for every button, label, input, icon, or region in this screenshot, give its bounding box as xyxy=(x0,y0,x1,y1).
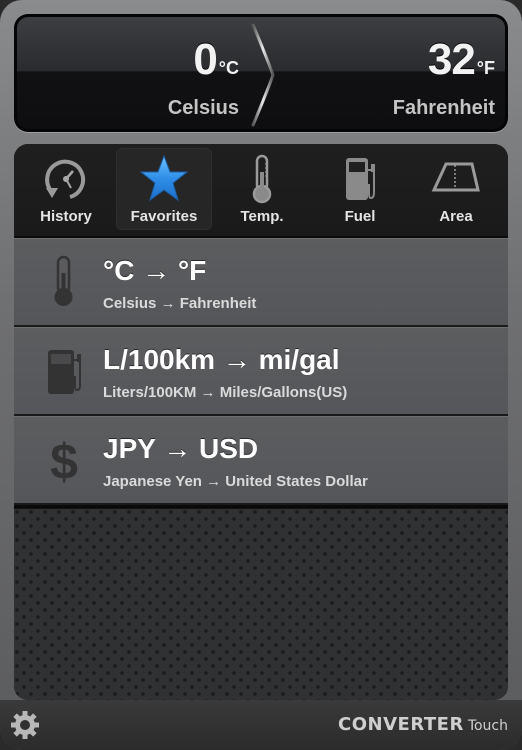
gear-icon[interactable] xyxy=(10,710,40,740)
dollar-icon: $ xyxy=(50,434,78,487)
favorite-title: °C → °F xyxy=(103,255,207,286)
list-item[interactable]: L/100km → mi/gal Liters/100KM → Miles/Ga… xyxy=(14,327,508,416)
tab-favorites-label: Favorites xyxy=(130,208,198,225)
favorite-subtitle: Japanese Yen → United States Dollar xyxy=(103,473,368,490)
tab-favorites[interactable]: Favorites xyxy=(116,148,212,230)
star-icon xyxy=(139,154,189,202)
tab-fuel-label: Fuel xyxy=(344,208,376,225)
tab-fuel[interactable]: Fuel xyxy=(312,148,408,230)
list-item[interactable]: $ JPY → USD Japanese Yen → United States… xyxy=(14,416,508,505)
tab-temp-label: Temp. xyxy=(240,208,284,225)
fuel-pump-icon xyxy=(48,350,81,394)
history-clock-icon xyxy=(45,159,86,199)
tab-bar: History Favorites Temp. Fuel Area xyxy=(14,144,508,238)
favorite-subtitle: Liters/100KM → Miles/Gallons(US) xyxy=(103,384,348,401)
thermometer-icon xyxy=(252,154,272,204)
tab-area[interactable]: Area xyxy=(408,148,504,230)
brand-logo: CONVERTER Touch xyxy=(338,714,508,735)
conversion-display-inner: 0 °C Celsius 32 °F Fahrenheit xyxy=(17,17,505,129)
conversion-display: 0 °C Celsius 32 °F Fahrenheit xyxy=(14,14,508,132)
to-value: 32 xyxy=(427,35,476,84)
tab-history-label: History xyxy=(40,208,92,225)
tab-temp[interactable]: Temp. xyxy=(214,148,310,230)
bottom-bar: CONVERTER Touch xyxy=(0,700,522,750)
brand-main: CONVERTER xyxy=(338,714,464,735)
favorite-title: JPY → USD xyxy=(103,433,259,464)
brand-sub: Touch xyxy=(467,718,508,734)
empty-list-area xyxy=(14,508,508,700)
tab-area-label: Area xyxy=(439,208,473,225)
area-trapezoid-icon xyxy=(431,162,480,192)
favorite-subtitle: Celsius → Fahrenheit xyxy=(103,295,257,312)
to-value-field[interactable]: 32 °F xyxy=(428,35,495,85)
to-unit-symbol: °F xyxy=(476,58,495,78)
svg-text:$: $ xyxy=(50,434,78,487)
favorite-title: L/100km → mi/gal xyxy=(103,344,340,375)
chevron-right-icon xyxy=(251,23,275,127)
from-unit-name[interactable]: Celsius xyxy=(168,97,239,120)
thermometer-icon xyxy=(54,255,73,306)
favorites-list: °C → °F Celsius → Fahrenheit L/100km → m… xyxy=(14,238,508,505)
from-value-field[interactable]: 0 °C xyxy=(193,35,239,85)
to-unit-name[interactable]: Fahrenheit xyxy=(393,97,495,120)
from-value: 0 xyxy=(193,35,218,84)
tab-history[interactable]: History xyxy=(18,148,114,230)
list-item[interactable]: °C → °F Celsius → Fahrenheit xyxy=(14,238,508,327)
from-unit-symbol: °C xyxy=(218,58,239,78)
fuel-pump-icon xyxy=(346,158,375,200)
main-panel: History Favorites Temp. Fuel Area °C → °… xyxy=(14,144,508,700)
app-frame: 0 °C Celsius 32 °F Fahrenheit History Fa… xyxy=(0,0,522,750)
